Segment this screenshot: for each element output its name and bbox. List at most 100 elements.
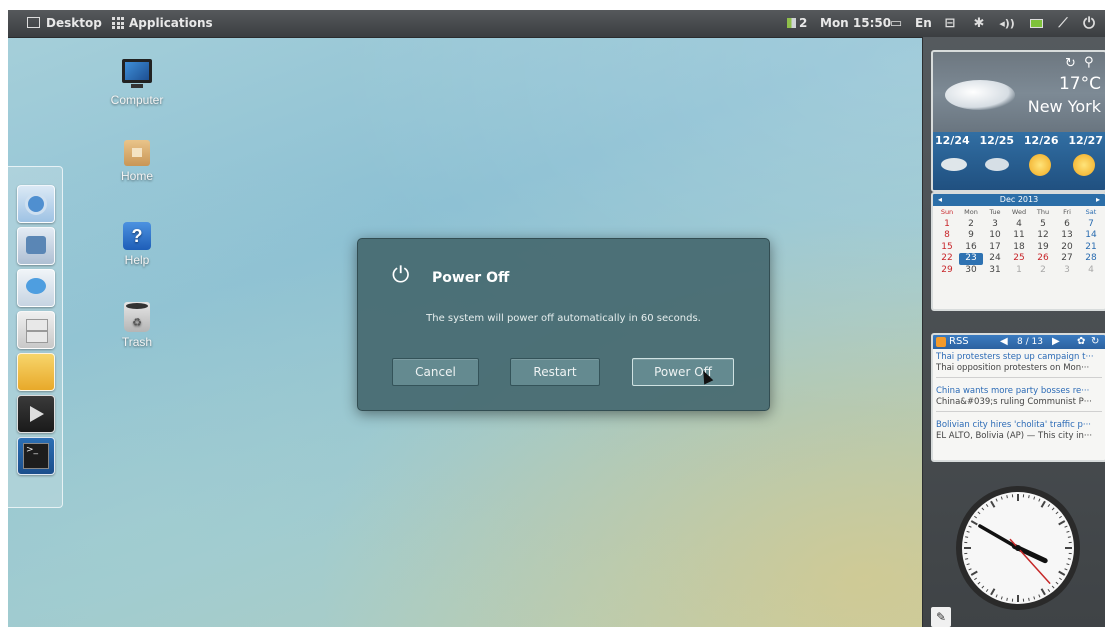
refresh-icon[interactable]: ↻ <box>1065 56 1076 71</box>
file-cabinet-icon[interactable] <box>17 311 55 349</box>
terminal-icon[interactable]: >_ <box>17 437 55 475</box>
clock-center <box>1015 545 1021 551</box>
calendar-weekday: Sat <box>1085 208 1097 216</box>
power-off-dialog: ⏻ Power Off The system will power off au… <box>357 238 770 411</box>
calendar-day[interactable]: 1 <box>935 219 959 231</box>
calendar-day[interactable]: 15 <box>935 242 959 254</box>
desktop-icon-help[interactable]: ? Help <box>97 222 177 267</box>
clock-tick <box>965 536 969 538</box>
desktop-icon-label: Computer <box>110 93 164 107</box>
chromium-icon[interactable] <box>17 185 55 223</box>
applications-grid-icon <box>112 17 124 29</box>
rss-widget: RSS ◀ 8 / 13 ▶ ✿ ↻ Thai protesters step … <box>931 333 1105 462</box>
refresh-icon[interactable]: ↻ <box>1091 335 1099 349</box>
battery-icon[interactable] <box>1027 10 1045 37</box>
power-menu-icon[interactable]: ⏻ <box>1079 10 1099 37</box>
calendar-day[interactable]: 4 <box>1007 219 1031 231</box>
calendar-day[interactable]: 25 <box>1007 253 1031 265</box>
rss-next-icon[interactable]: ▶ <box>1052 335 1060 349</box>
rss-prev-icon[interactable]: ◀ <box>1000 335 1008 349</box>
calendar-day[interactable]: 3 <box>1055 265 1079 277</box>
calendar-day[interactable]: 19 <box>1031 242 1055 254</box>
calendar-day[interactable]: 12 <box>1031 230 1055 242</box>
calendar-day[interactable]: 5 <box>1031 219 1055 231</box>
calendar-day[interactable]: 24 <box>983 253 1007 265</box>
calendar-day[interactable]: 31 <box>983 265 1007 277</box>
calendar-day[interactable]: 10 <box>983 230 1007 242</box>
desktop-icon-label: Help <box>124 253 150 267</box>
calendar-day[interactable]: 7 <box>1079 219 1103 231</box>
calendar-day[interactable]: 28 <box>1079 253 1103 265</box>
volume-icon[interactable]: ◂)) <box>996 10 1018 37</box>
rss-item-title[interactable]: Thai protesters step up campaign t··· <box>936 352 1102 363</box>
calendar-day[interactable]: 2 <box>1031 265 1055 277</box>
workspace-switcher[interactable]: 2 <box>787 10 807 37</box>
video-player-icon[interactable] <box>17 395 55 433</box>
desktop-icon-home[interactable]: Home <box>97 140 177 183</box>
calendar-day[interactable]: 26 <box>1031 253 1055 265</box>
desktop-label: Desktop <box>46 16 102 30</box>
calendar-day[interactable]: 4 <box>1079 265 1103 277</box>
calendar-day[interactable]: 9 <box>959 230 983 242</box>
mail-client-icon[interactable] <box>17 227 55 265</box>
calendar-day[interactable]: 2 <box>959 219 983 231</box>
trash-icon: ♻ <box>124 302 150 332</box>
calendar-day[interactable]: 17 <box>983 242 1007 254</box>
display-icon[interactable]: ⊟ <box>941 10 959 37</box>
chat-icon[interactable] <box>17 269 55 307</box>
calendar-day[interactable]: 6 <box>1055 219 1079 231</box>
forecast-date: 12/25 <box>979 134 1015 147</box>
calendar-day[interactable]: 8 <box>935 230 959 242</box>
partly-sunny-icon <box>1029 154 1051 176</box>
rss-item-title[interactable]: China wants more party bosses re··· <box>936 386 1102 397</box>
calendar-day[interactable]: 30 <box>959 265 983 277</box>
calendar-day[interactable]: 3 <box>983 219 1007 231</box>
calendar-day[interactable]: 23 <box>959 253 983 265</box>
calendar-week-row: 8 9 10 11 12 13 14 <box>935 230 1103 242</box>
help-icon: ? <box>123 222 151 250</box>
calendar-day[interactable]: 20 <box>1055 242 1079 254</box>
calendar-day[interactable]: 21 <box>1079 242 1103 254</box>
calendar-day[interactable]: 1 <box>1007 265 1031 277</box>
cancel-button[interactable]: Cancel <box>392 358 479 386</box>
desktop-icon-label: Home <box>120 169 153 183</box>
calendar-day[interactable]: 27 <box>1055 253 1079 265</box>
widget-sidebar: ↻ ⚲ 17°C New York 12/24 12/25 12/26 12/2… <box>922 37 1105 627</box>
restart-button[interactable]: Restart <box>510 358 600 386</box>
calendar-day[interactable]: 13 <box>1055 230 1079 242</box>
bluetooth-icon[interactable]: ✱ <box>970 10 988 37</box>
calendar-day[interactable]: 22 <box>935 253 959 265</box>
applications-menu-button[interactable]: Applications <box>112 10 213 37</box>
desktop-button[interactable]: Desktop <box>27 10 102 37</box>
workspace-count: 2 <box>799 16 808 30</box>
rss-item-title[interactable]: Bolivian city hires 'cholita' traffic p·… <box>936 420 1102 431</box>
dialog-message: The system will power off automatically … <box>426 313 701 324</box>
calendar-weekday: Sun <box>940 208 954 216</box>
calendar-day[interactable]: 18 <box>1007 242 1031 254</box>
clock-datetime[interactable]: Mon 15:50 <box>820 10 891 37</box>
calendar-day[interactable]: 16 <box>959 242 983 254</box>
cheese-icon[interactable] <box>17 353 55 391</box>
calendar-prev-icon[interactable]: ◂ <box>938 194 942 206</box>
keyboard-icon[interactable]: ▭ <box>887 10 905 37</box>
settings-icon[interactable]: ✿ <box>1077 335 1085 349</box>
applications-label: Applications <box>129 16 213 30</box>
rss-item[interactable]: Thai protesters step up campaign t··· Th… <box>936 352 1102 374</box>
calendar-day[interactable]: 29 <box>935 265 959 277</box>
forecast-date: 12/27 <box>1068 134 1103 147</box>
calendar-day[interactable]: 14 <box>1079 230 1103 242</box>
desktop-icon-computer[interactable]: Computer <box>97 58 177 107</box>
rss-item[interactable]: Bolivian city hires 'cholita' traffic p·… <box>936 420 1102 442</box>
network-icon[interactable]: ⟋ <box>1054 10 1072 37</box>
calendar-next-icon[interactable]: ▸ <box>1096 194 1100 206</box>
calendar-weekday: Tue <box>989 208 1001 216</box>
calendar-day[interactable]: 11 <box>1007 230 1031 242</box>
desktop-icon-trash[interactable]: ♻ Trash <box>97 302 177 349</box>
workspace-icon <box>787 18 796 28</box>
rss-item[interactable]: China wants more party bosses re··· Chin… <box>936 386 1102 408</box>
power-off-button[interactable]: Power Off <box>632 358 734 386</box>
search-icon[interactable]: ⚲ <box>1084 55 1094 70</box>
calendar-weekday: Mon <box>964 208 978 216</box>
keyboard-layout-indicator[interactable]: En <box>915 10 932 37</box>
edit-widgets-pencil-icon[interactable]: ✎ <box>931 607 951 627</box>
